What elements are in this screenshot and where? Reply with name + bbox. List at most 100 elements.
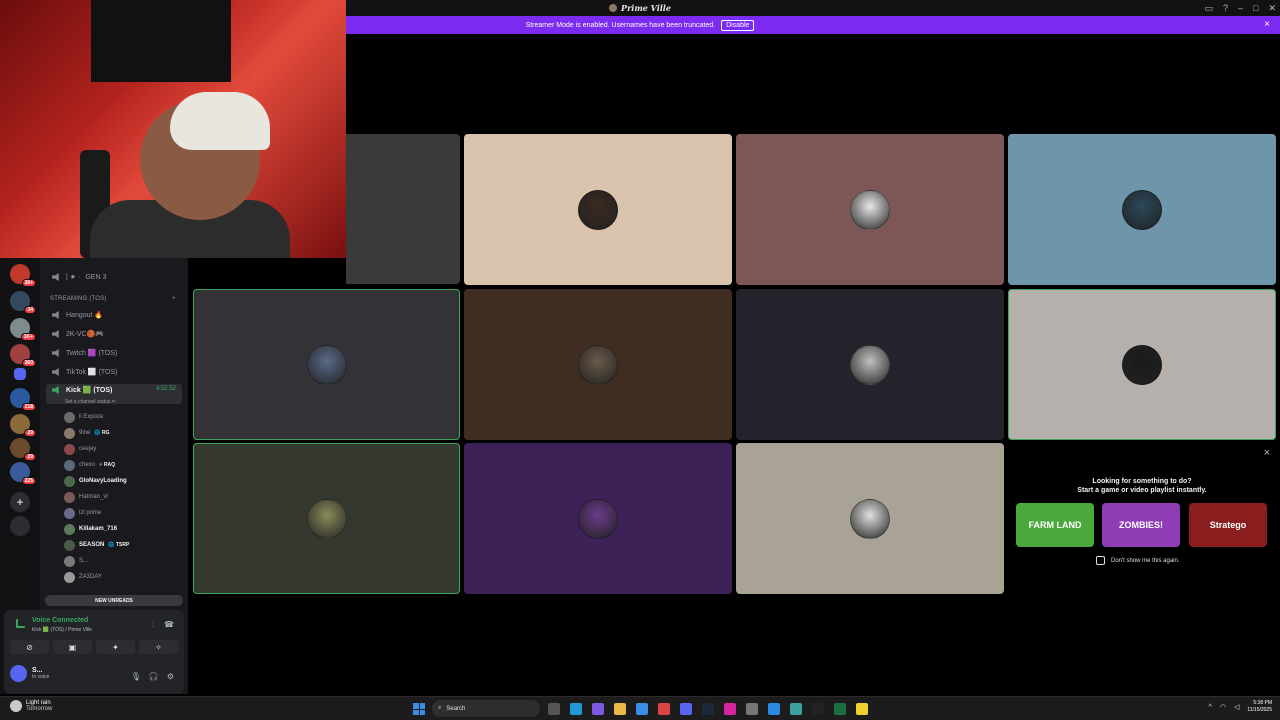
video-tile[interactable] <box>736 443 1004 594</box>
member-tag: 🌐 RG <box>94 430 110 436</box>
server-icon[interactable] <box>14 368 26 380</box>
video-tile[interactable] <box>464 134 732 285</box>
chrome-icon[interactable] <box>658 703 670 715</box>
video-tile[interactable] <box>193 289 460 440</box>
inbox-icon[interactable]: ▭ <box>1204 3 1213 14</box>
discover-icon[interactable] <box>10 516 30 536</box>
close-window-icon[interactable]: ✕ <box>1268 3 1276 14</box>
voice-member[interactable]: ll Expoze <box>64 411 103 423</box>
maximize-icon[interactable]: □ <box>1253 3 1258 13</box>
member-avatar <box>64 427 75 439</box>
store-icon[interactable] <box>636 703 648 715</box>
add-channel-icon[interactable]: + <box>172 296 176 302</box>
excel-icon[interactable] <box>834 703 846 715</box>
help-icon[interactable]: ? <box>1223 3 1228 13</box>
show-hidden-icons[interactable]: ^ <box>1209 704 1212 711</box>
activities-button[interactable]: ✦ <box>96 640 135 654</box>
voice-channel[interactable]: Twitch 🟪 (TOS) <box>52 346 117 360</box>
webcam-person-cap <box>170 92 270 150</box>
camera-app-icon[interactable] <box>790 703 802 715</box>
voice-member[interactable]: Hatman_vl <box>64 491 108 503</box>
channel-gen3[interactable]: | ★ · GEN 3 <box>52 270 106 284</box>
voice-member[interactable]: SEASON 🌐 TSRP <box>64 539 129 551</box>
noise-suppression-icon[interactable]: ⫶ <box>152 620 154 630</box>
disconnect-icon[interactable]: ☎ <box>164 620 174 630</box>
server-icon[interactable]: 29 <box>10 414 36 437</box>
voice-member[interactable]: chexo ⚡ RAQ <box>64 459 115 471</box>
video-tile[interactable] <box>464 289 732 440</box>
signal-icon[interactable] <box>16 619 25 628</box>
voice-member[interactable]: Killakam_716 <box>64 523 117 535</box>
voice-member[interactable]: 9ine 🌐 RG <box>64 427 109 439</box>
server-icon[interactable]: 225 <box>10 462 36 485</box>
video-tile[interactable] <box>1008 134 1276 285</box>
sticky-notes-icon[interactable] <box>856 703 868 715</box>
screen-share-button[interactable]: ▣ <box>53 640 92 654</box>
dont-show-checkbox[interactable] <box>1096 556 1105 565</box>
voice-member[interactable]: lzl prime <box>64 507 101 519</box>
camera-button[interactable]: ⊘ <box>10 640 49 654</box>
dont-show-again[interactable]: Don't show me this again. <box>1096 556 1180 565</box>
taskbar-search[interactable]: ⌕ Search <box>432 700 540 717</box>
member-name: 9ine <box>79 430 91 436</box>
mention-badge: 29 <box>24 429 36 437</box>
voice-channel[interactable]: 2K-VC🏀🎮 <box>52 327 104 341</box>
video-tile[interactable] <box>1008 289 1276 440</box>
game-card-zombies[interactable]: ZOMBIES! <box>1102 503 1180 547</box>
category-streaming[interactable]: STREAMING (TOS) <box>50 296 107 302</box>
instagram-icon[interactable] <box>724 703 736 715</box>
video-tile[interactable] <box>193 443 460 594</box>
voice-channel[interactable]: TikTok ⬜ (TOS) <box>52 365 118 379</box>
banner-close-icon[interactable]: × <box>1264 19 1270 30</box>
server-icon[interactable]: 1K+ <box>10 318 36 341</box>
game-card-stratego[interactable]: Stratego <box>1189 503 1267 547</box>
voice-member[interactable]: ceejay <box>64 443 96 455</box>
voice-channel[interactable]: Kick 🟩 (TOS) / Prime Ville <box>32 627 92 633</box>
voice-member[interactable]: S... <box>64 555 88 567</box>
server-icon[interactable]: 218 <box>10 388 36 411</box>
wifi-icon[interactable]: ◠ <box>1220 703 1226 711</box>
video-tile[interactable] <box>736 134 1004 285</box>
channel-label: 2K-VC🏀🎮 <box>66 331 105 338</box>
channel-status[interactable]: Set a channel status ✏ <box>65 399 116 405</box>
server-icon[interactable]: 38+ <box>10 264 36 287</box>
new-unreads-button[interactable]: NEW UNREADS <box>45 595 183 606</box>
tiktok-icon[interactable] <box>812 703 824 715</box>
windows-start-icon[interactable] <box>413 703 425 715</box>
app-icon[interactable] <box>768 703 780 715</box>
discord-icon[interactable] <box>680 703 692 715</box>
task-view-icon[interactable] <box>548 703 560 715</box>
user-avatar <box>10 665 27 682</box>
volume-icon[interactable]: ◁ <box>1234 703 1239 711</box>
voice-member[interactable]: ZA3DAY <box>64 571 102 583</box>
headphones-icon[interactable]: 🎧 <box>149 672 159 681</box>
settings-icon[interactable] <box>746 703 758 715</box>
settings-gear-icon[interactable]: ⚙ <box>167 672 174 681</box>
mention-badge: 1K+ <box>20 333 36 341</box>
clock[interactable]: 5:38 PM 11/15/2025 <box>1247 700 1272 714</box>
server-icon[interactable]: 29 <box>10 438 36 461</box>
minimize-icon[interactable]: – <box>1238 3 1243 13</box>
add-server-icon[interactable]: + <box>10 492 30 512</box>
file-explorer-icon[interactable] <box>614 703 626 715</box>
server-icon[interactable]: 360 <box>10 344 36 367</box>
video-tile[interactable] <box>736 289 1004 440</box>
copilot-icon[interactable] <box>592 703 604 715</box>
voice-buttons: ⊘ ▣ ✦ ✧ <box>10 640 178 654</box>
soundboard-button[interactable]: ✧ <box>139 640 178 654</box>
channel-label: Twitch 🟪 (TOS) <box>66 350 118 357</box>
activity-close-icon[interactable]: × <box>1264 447 1270 459</box>
voice-member[interactable]: GloNavyLoading <box>64 475 127 487</box>
server-icon[interactable]: 34 <box>10 291 36 314</box>
video-tile-partial[interactable] <box>346 134 460 284</box>
edge-icon[interactable] <box>570 703 582 715</box>
weather-widget[interactable]: Light rain Tomorrow <box>10 700 52 712</box>
voice-status[interactable]: Voice Connected <box>32 617 88 624</box>
steam-icon[interactable] <box>702 703 714 715</box>
microphone-icon[interactable]: 🎙 <box>131 672 141 681</box>
video-tile[interactable] <box>464 443 732 594</box>
user-area[interactable]: S... In voice <box>10 665 49 682</box>
voice-channel[interactable]: Hangout 🔥 <box>52 308 103 322</box>
disable-button[interactable]: Disable <box>721 19 755 31</box>
game-card-farm-land[interactable]: FARM LAND <box>1016 503 1094 547</box>
